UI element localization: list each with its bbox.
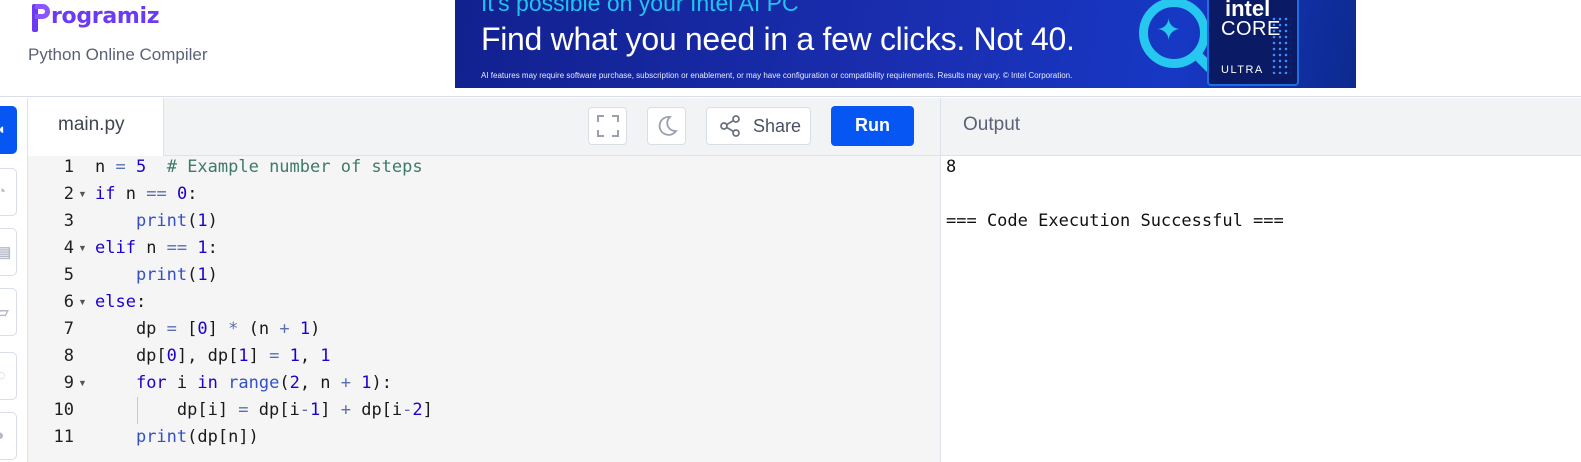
code-line-3: print(1) [135, 211, 218, 231]
fullscreen-icon [597, 115, 619, 137]
cpp-icon: ◗ [0, 427, 6, 444]
line-number: 7 [63, 319, 74, 339]
output-header: Output [940, 98, 1581, 156]
ad-fineprint: AI features may require software purchas… [481, 71, 1073, 80]
logo-p-icon [32, 2, 50, 32]
sidebar-item-r[interactable]: ◔ [0, 168, 17, 216]
output-title: Output [963, 114, 1021, 135]
fold-arrow-icon[interactable]: ▼ [78, 370, 87, 397]
line-number: 1 [63, 157, 74, 177]
output-line: === Code Execution Successful === [946, 211, 1284, 231]
chip-dot-pattern [1271, 16, 1291, 74]
code-editor[interactable]: 1 2 ▼ 3 4 ▼ 5 6 ▼ 7 8 9 ▼ 10 11 n = 5 # … [28, 156, 940, 462]
output-line: 8 [946, 157, 957, 177]
code-line-1: n = 5 # Example number of steps [95, 157, 423, 177]
line-number: 5 [63, 265, 74, 285]
code-line-5: print(1) [135, 265, 218, 285]
chip-tier: ULTRA [1221, 64, 1264, 76]
moon-icon [658, 116, 678, 136]
code-line-7: dp = [0] * (n + 1) [95, 319, 321, 339]
fold-arrow-icon[interactable]: ▼ [78, 235, 87, 262]
fullscreen-button[interactable] [588, 107, 627, 145]
sidebar-item-c[interactable]: ◌ [0, 352, 17, 400]
intel-core-ultra-badge: intel CORE ULTRA [1207, 0, 1299, 86]
line-number: 8 [63, 346, 74, 366]
line-number: 10 [53, 400, 74, 420]
sidebar-item-python[interactable]: ◖ [0, 106, 17, 154]
sidebar-item-html[interactable]: ▱ [0, 288, 17, 336]
line-number: 11 [53, 427, 74, 447]
theme-toggle-button[interactable] [647, 107, 686, 145]
ad-headline: Find what you need in a few clicks. Not … [481, 21, 1075, 57]
logo-text: rogramiz [51, 4, 160, 29]
share-button[interactable]: Share [706, 107, 811, 145]
run-button[interactable]: Run [831, 106, 914, 146]
line-gutter: 1 2 ▼ 3 4 ▼ 5 6 ▼ 7 8 9 ▼ 10 11 [28, 156, 92, 462]
line-number: 4 [63, 238, 74, 258]
c-lang-icon: ◌ [0, 367, 6, 384]
language-sidebar: ◖ ◔ ▤ ▱ ◌ ◗ [0, 98, 28, 462]
r-lang-icon: ◔ [0, 183, 6, 200]
programiz-logo[interactable]: rogramiz [32, 2, 160, 32]
code-line-8: dp[0], dp[1] = 1, 1 [95, 346, 331, 366]
fold-arrow-icon[interactable]: ▼ [78, 181, 87, 208]
line-number: 9 [63, 373, 74, 393]
python-icon: ◖ [0, 121, 6, 138]
output-console[interactable]: 8 === Code Execution Successful === [940, 156, 1581, 462]
intel-banner-ad[interactable]: It's possible on your Intel AI PC Find w… [455, 0, 1356, 88]
share-label: Share [753, 116, 802, 136]
code-line-10: dp[i] = dp[i-1] + dp[i-2] [95, 400, 433, 420]
code-line-4: elif n == 1: [95, 238, 218, 258]
database-icon: ▤ [0, 243, 11, 261]
tab-main-py[interactable]: main.py [28, 98, 164, 156]
fold-arrow-icon[interactable]: ▼ [78, 289, 87, 316]
ad-tagline: It's possible on your Intel AI PC [481, 0, 799, 16]
code-line-6: else: [95, 292, 147, 312]
code-line-11: print(dp[n]) [135, 427, 259, 447]
sidebar-item-cpp[interactable]: ◗ [0, 412, 17, 460]
share-icon [720, 115, 740, 137]
sidebar-item-sql[interactable]: ▤ [0, 228, 17, 276]
sparkle-icon: ✦ [1156, 14, 1182, 47]
file-tab-label: main.py [58, 114, 125, 135]
run-label: Run [855, 115, 890, 135]
line-number: 6 [63, 292, 74, 312]
code-line-2: if n == 0: [95, 184, 198, 204]
line-number: 3 [63, 211, 74, 231]
code-line-9: for i in range(2, n + 1): [135, 373, 392, 393]
editor-toolbar: main.py Share Run [28, 98, 940, 156]
html-icon: ▱ [0, 303, 9, 321]
page-subtitle: Python Online Compiler [28, 45, 208, 64]
indent-guide [137, 397, 138, 424]
line-number: 2 [63, 184, 74, 204]
